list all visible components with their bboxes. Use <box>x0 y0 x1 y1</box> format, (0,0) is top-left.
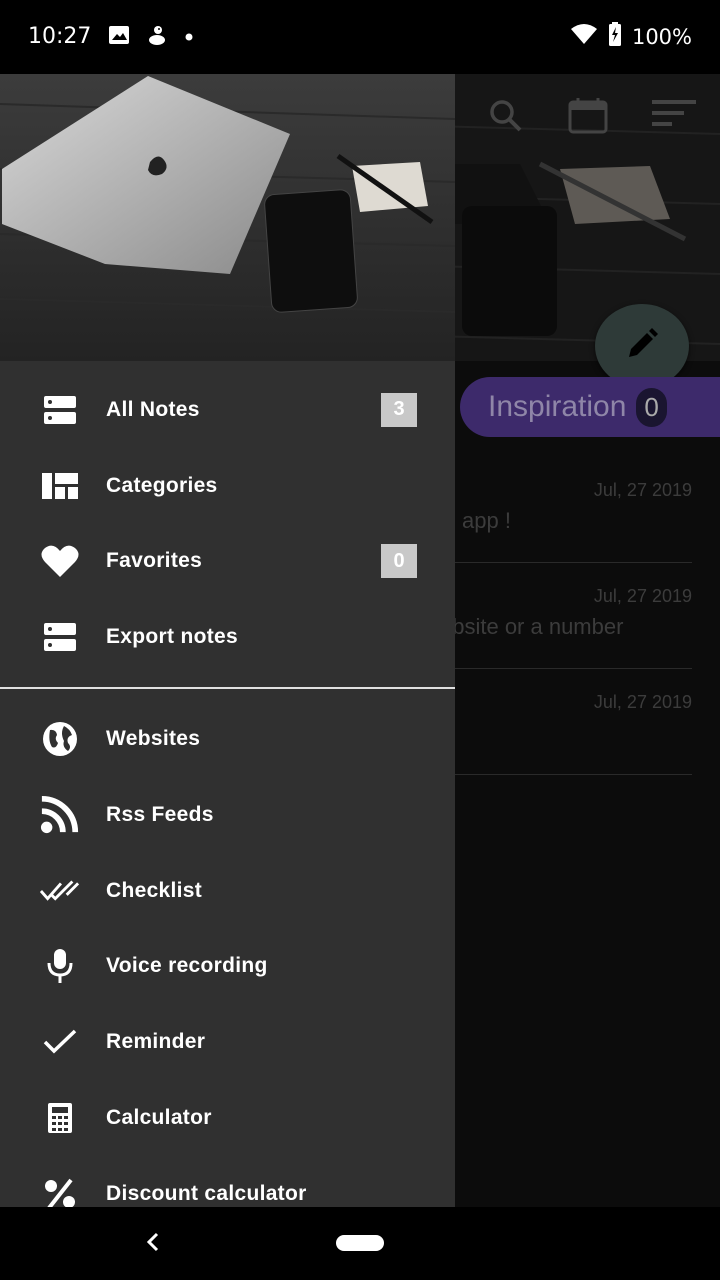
menu-item-all-notes[interactable]: All Notes 3 <box>0 372 455 448</box>
status-bar: 10:27 100% <box>0 0 720 74</box>
export-icon <box>40 617 80 657</box>
menu-label: Voice recording <box>106 954 268 978</box>
rss-icon <box>40 795 80 835</box>
search-icon <box>488 98 524 139</box>
check-icon <box>40 1022 80 1062</box>
globe-icon <box>40 719 80 759</box>
system-nav-bar <box>0 1207 720 1280</box>
chip-label: Inspiration <box>488 390 627 423</box>
note-date: Jul, 27 2019 <box>593 692 692 712</box>
menu-item-checklist[interactable]: Checklist <box>0 853 455 929</box>
count-badge: 0 <box>381 544 417 579</box>
drawer-menu: All Notes 3 Categories Favorites 0 Expor… <box>0 372 455 1207</box>
menu-item-categories[interactable]: Categories <box>0 448 455 524</box>
menu-item-reminder[interactable]: Reminder <box>0 1004 455 1080</box>
menu-item-websites[interactable]: Websites <box>0 701 455 777</box>
notification-icons <box>108 24 194 51</box>
note-text: ebsite or a number <box>440 614 624 639</box>
drawer-header-image <box>0 74 455 361</box>
status-time: 10:27 <box>28 24 92 49</box>
microphone-icon <box>40 946 80 986</box>
menu-label: Discount calculator <box>106 1181 307 1205</box>
back-icon[interactable] <box>145 1227 161 1259</box>
menu-label: Websites <box>106 727 201 751</box>
new-note-fab <box>595 304 689 388</box>
calculator-icon <box>40 1098 80 1138</box>
battery-percent: 100% <box>631 24 692 49</box>
image-icon <box>108 25 130 50</box>
toolbar <box>488 98 696 139</box>
wifi-icon <box>570 23 598 50</box>
dot-icon <box>184 29 194 47</box>
note-date: Jul, 27 2019 <box>593 586 692 606</box>
note-text: app ! <box>462 508 511 533</box>
menu-divider <box>0 687 455 690</box>
menu-item-discount-calculator[interactable]: Discount calculator <box>0 1156 455 1207</box>
notes-icon <box>40 390 80 430</box>
menu-item-calculator[interactable]: Calculator <box>0 1080 455 1156</box>
chip-count: 0 <box>636 387 667 427</box>
category-chip: Inspiration 0 <box>460 377 720 437</box>
count-badge: 3 <box>381 392 417 427</box>
menu-label: Calculator <box>106 1106 212 1130</box>
menu-label: Rss Feeds <box>106 802 214 826</box>
navigation-drawer: All Notes 3 Categories Favorites 0 Expor… <box>0 74 455 1207</box>
menu-label: All Notes <box>106 397 200 421</box>
categories-icon <box>40 466 80 506</box>
menu-item-export-notes[interactable]: Export notes <box>0 599 455 675</box>
menu-label: Reminder <box>106 1030 206 1054</box>
system-icons: 100% <box>570 22 692 51</box>
battery-icon <box>608 22 622 51</box>
menu-label: Export notes <box>106 625 238 649</box>
note-item: Jul, 27 2019 ebsite or a number <box>440 562 692 669</box>
duck-icon <box>146 24 168 51</box>
pencil-icon <box>625 327 659 366</box>
menu-item-voice-recording[interactable]: Voice recording <box>0 929 455 1005</box>
menu-label: Checklist <box>106 878 203 902</box>
note-item: Jul, 27 2019 <box>440 668 692 775</box>
note-date: Jul, 27 2019 <box>593 480 692 500</box>
sort-icon <box>652 98 696 139</box>
home-pill[interactable] <box>336 1235 384 1251</box>
menu-label: Categories <box>106 473 218 497</box>
calendar-icon <box>568 98 608 139</box>
heart-icon <box>40 541 80 581</box>
percent-icon <box>40 1174 80 1207</box>
note-item: Jul, 27 2019 app ! <box>440 456 692 563</box>
menu-item-rss-feeds[interactable]: Rss Feeds <box>0 777 455 853</box>
double-check-icon <box>40 871 80 911</box>
menu-item-favorites[interactable]: Favorites 0 <box>0 524 455 600</box>
menu-label: Favorites <box>106 549 203 573</box>
